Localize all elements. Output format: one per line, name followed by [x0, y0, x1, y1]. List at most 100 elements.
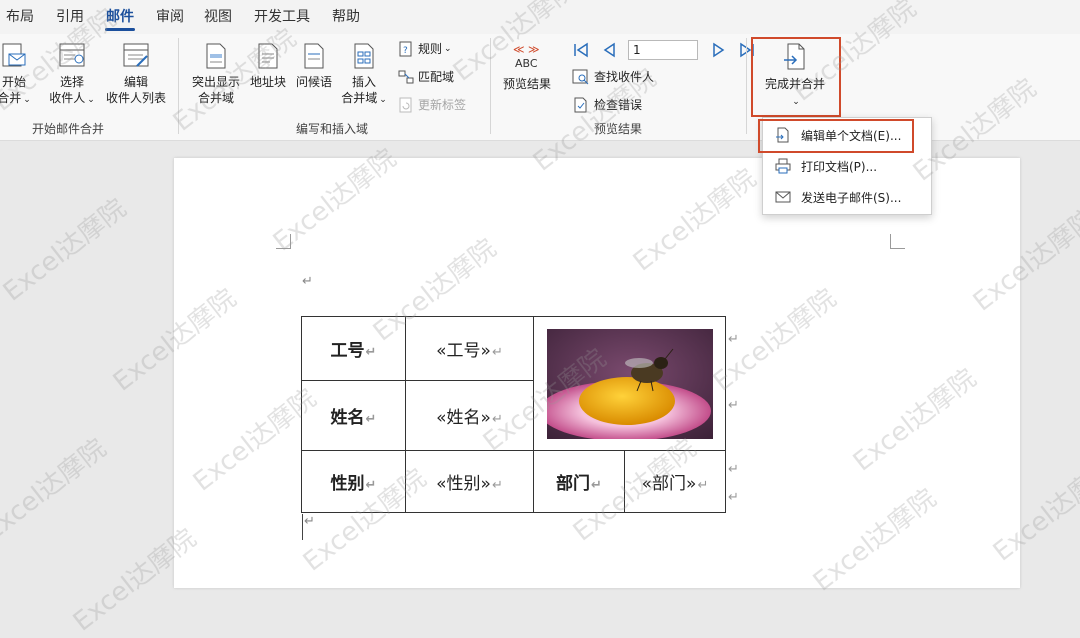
field-name: «姓名» — [436, 408, 491, 428]
record-navigation: 1 — [572, 40, 766, 60]
edit-recipient-list-button[interactable]: 编辑 收件人列表 — [102, 42, 170, 106]
group-label-start: 开始邮件合并 — [32, 122, 105, 136]
merge-field-cell[interactable]: «姓名»↵ — [405, 380, 534, 451]
label-cell: 性别↵ — [301, 450, 406, 513]
select-recipients-label-2: 收件人 — [49, 91, 86, 105]
insert-merge-field-button[interactable]: 插入 合并域 ⌄ — [340, 42, 388, 108]
label-cell: 姓名↵ — [301, 380, 406, 451]
group-label-preview: 预览结果 — [594, 122, 643, 136]
tab-review[interactable]: 审阅 — [156, 6, 184, 26]
address-block-label: 地址块 — [249, 75, 286, 89]
row-end-mark: ↵ — [728, 462, 739, 477]
highlight-label-2: 合并域 — [197, 91, 234, 105]
address-block-button[interactable]: 地址块 — [246, 42, 290, 90]
tab-developer[interactable]: 开发工具 — [254, 6, 310, 26]
menu-print-documents[interactable]: 打印文档(P)... — [763, 153, 931, 179]
next-record-icon[interactable] — [710, 41, 728, 59]
field-department: «部门» — [641, 474, 697, 494]
envelope-doc-icon — [2, 43, 26, 67]
tab-mailings[interactable]: 邮件 — [105, 6, 135, 31]
select-recipients-button[interactable]: 选择 收件人 ⌄ — [44, 42, 100, 108]
address-block-icon — [258, 43, 278, 69]
finish-merge-highlight — [751, 37, 841, 117]
find-recipient-label: 查找收件人 — [594, 70, 655, 84]
label-cell: 部门↵ — [533, 450, 625, 513]
label-employee-id: 工号 — [330, 341, 365, 361]
merge-field-cell[interactable]: «性别»↵ — [405, 450, 534, 513]
rules-icon: ? — [399, 41, 412, 56]
tab-references[interactable]: 引用 — [56, 6, 84, 26]
greeting-line-button[interactable]: 问候语 — [292, 42, 336, 90]
check-errors-label: 检查错误 — [594, 98, 643, 112]
merge-table: 工号↵ «工号»↵ 姓名↵ «姓名»↵ 性别↵ «性别»↵ 部门↵ «部门»↵ — [301, 316, 726, 513]
svg-text:?: ? — [403, 46, 408, 56]
update-labels-icon — [399, 97, 412, 112]
label-cell: 工号↵ — [301, 316, 406, 381]
edit-individual-highlight — [758, 119, 914, 153]
menu-label-print: 打印文档(P)... — [801, 159, 878, 174]
field-employee-id: «工号» — [436, 341, 491, 361]
preview-results-label: 预览结果 — [502, 77, 551, 91]
row-end-mark: ↵ — [728, 490, 739, 505]
edit-list-icon — [123, 43, 149, 67]
row-end-mark: ↵ — [728, 332, 739, 347]
first-record-icon[interactable] — [572, 41, 590, 59]
crop-mark-right — [890, 234, 905, 249]
record-number-field[interactable]: 1 — [628, 40, 698, 60]
abc-preview-icon: ≪ ≫ ABC — [513, 43, 540, 70]
highlight-merge-fields-button[interactable]: 突出显示 合并域 — [188, 42, 244, 106]
rules-button[interactable]: ? 规则 ⌄ — [398, 40, 452, 57]
watermark-text: Excel达摩院 — [0, 433, 113, 548]
label-name: 姓名 — [330, 408, 365, 428]
tab-layout[interactable]: 布局 — [6, 6, 34, 26]
edit-recipients-label-1: 编辑 — [123, 75, 148, 89]
update-labels-label: 更新标签 — [418, 98, 467, 112]
match-fields-button[interactable]: 匹配域 — [398, 68, 454, 85]
start-merge-label-2: 合并 — [0, 91, 22, 105]
match-fields-icon — [398, 70, 414, 83]
greeting-line-label: 问候语 — [295, 75, 332, 89]
tab-view[interactable]: 视图 — [204, 6, 232, 26]
preview-results-button[interactable]: ≪ ≫ ABC 预览结果 — [498, 42, 556, 92]
insert-field-label-1: 插入 — [351, 75, 376, 89]
edit-recipients-label-2: 收件人列表 — [105, 91, 166, 105]
bee-flower-photo — [546, 328, 713, 439]
highlight-fields-icon — [206, 43, 226, 69]
label-gender: 性别 — [330, 474, 365, 494]
update-labels-button[interactable]: 更新标签 — [398, 96, 466, 113]
ribbon-separator — [490, 38, 491, 134]
insert-field-label-2: 合并域 — [341, 91, 378, 105]
photo-cell — [533, 316, 726, 451]
ribbon-separator — [746, 38, 747, 134]
greeting-line-icon — [304, 43, 324, 69]
recipient-list-icon — [59, 43, 85, 67]
check-errors-button[interactable]: 检查错误 — [572, 96, 642, 113]
menu-send-email[interactable]: 发送电子邮件(S)... — [763, 184, 931, 210]
crop-mark-left — [276, 234, 291, 249]
printer-icon — [775, 158, 791, 174]
watermark-text: Excel达摩院 — [0, 193, 133, 308]
ribbon-separator — [178, 38, 179, 134]
menu-label-email: 发送电子邮件(S)... — [801, 190, 902, 205]
field-gender: «性别» — [436, 474, 491, 494]
row-end-mark: ↵ — [728, 398, 739, 413]
match-fields-label: 匹配域 — [418, 70, 455, 84]
paragraph-mark: ↵ — [302, 274, 313, 289]
check-errors-icon — [574, 97, 587, 112]
previous-record-icon[interactable] — [600, 41, 618, 59]
tab-help[interactable]: 帮助 — [332, 6, 360, 26]
rules-label: 规则 — [418, 42, 443, 56]
start-merge-label-1: 开始 — [1, 75, 26, 89]
envelope-icon — [775, 191, 791, 203]
start-mail-merge-button[interactable]: 开始 合并 ⌄ — [0, 42, 34, 108]
group-label-write: 编写和插入域 — [296, 122, 369, 136]
record-number-value: 1 — [633, 43, 641, 57]
find-recipient-button[interactable]: 查找收件人 — [572, 68, 654, 85]
abc-text: ABC — [515, 57, 538, 70]
ribbon-tab-bar: 布局 引用 邮件 审阅 视图 开发工具 帮助 — [0, 0, 1080, 34]
highlight-label-1: 突出显示 — [191, 75, 240, 89]
merge-field-cell[interactable]: «部门»↵ — [624, 450, 726, 513]
merge-field-cell[interactable]: «工号»↵ — [405, 316, 534, 381]
label-department: 部门 — [556, 474, 591, 494]
find-recipient-icon — [572, 69, 589, 84]
